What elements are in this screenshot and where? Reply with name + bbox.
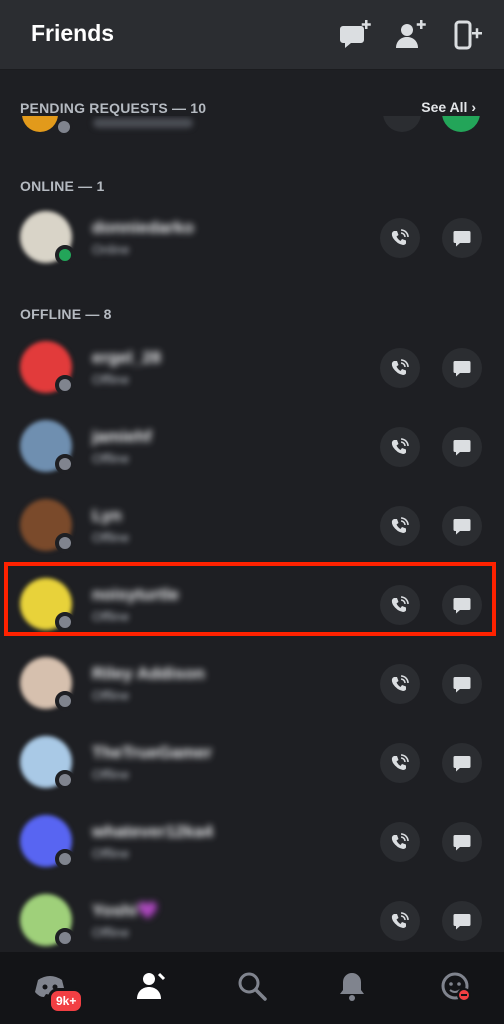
status-indicator [55, 245, 75, 265]
username: TheTrueGamer [92, 743, 212, 762]
search-icon[interactable] [234, 968, 270, 1004]
message-button[interactable] [442, 743, 482, 783]
user-status: Offline [92, 372, 130, 387]
voice-call-button[interactable] [380, 348, 420, 388]
user-status: Offline [92, 609, 130, 624]
pending-request-preview[interactable] [0, 116, 504, 136]
voice-call-button[interactable] [380, 585, 420, 625]
friend-row-5[interactable]: TheTrueGamer Offline [0, 723, 504, 803]
notifications-icon[interactable] [334, 968, 370, 1004]
user-status: Offline [92, 688, 130, 703]
friend-row-4[interactable]: Riley Addison Offline [0, 644, 504, 724]
status-indicator [55, 691, 75, 711]
user-status: Offline [92, 925, 130, 940]
friends-icon[interactable] [132, 968, 168, 1004]
username: whatever12ka4 [92, 822, 213, 841]
status-indicator [55, 118, 73, 136]
header: Friends [0, 0, 504, 70]
user-status: Online [92, 242, 130, 257]
friend-row-7[interactable]: Yoshi💜 Offline [0, 881, 504, 952]
status-indicator [55, 849, 75, 869]
see-all-link[interactable]: See All › [421, 99, 476, 115]
friend-row-3[interactable]: noisyturtle Offline [0, 565, 504, 645]
decline-button[interactable] [383, 116, 421, 132]
username: ergel_28 [92, 348, 161, 367]
friend-row-0[interactable]: donniedarko Online [0, 198, 504, 278]
online-label: ONLINE — 1 [20, 178, 105, 194]
message-button[interactable] [442, 348, 482, 388]
accept-button[interactable] [442, 116, 480, 132]
friend-row-0[interactable]: ergel_28 Offline [0, 328, 504, 408]
username: noisyturtle [92, 585, 179, 604]
pending-requests-label: PENDING REQUESTS — 10 [20, 100, 207, 116]
user-status: Offline [92, 846, 130, 861]
status-indicator [55, 612, 75, 632]
message-button[interactable] [442, 506, 482, 546]
status-indicator [55, 533, 75, 553]
friend-row-2[interactable]: Lyn Offline [0, 486, 504, 566]
friend-row-1[interactable]: jamiehf Offline [0, 407, 504, 487]
voice-call-button[interactable] [380, 901, 420, 941]
username: Yoshi💜 [92, 901, 159, 920]
new-message-icon[interactable] [338, 18, 372, 52]
bottom-nav: 9k+ [0, 952, 504, 1024]
message-button[interactable] [442, 585, 482, 625]
username-blurred [93, 118, 193, 128]
voice-call-button[interactable] [380, 506, 420, 546]
user-status: Offline [92, 767, 130, 782]
username: jamiehf [92, 427, 152, 446]
status-indicator [55, 375, 75, 395]
voice-call-button[interactable] [380, 664, 420, 704]
username: Lyn [92, 506, 122, 525]
page-title: Friends [31, 20, 115, 46]
message-button[interactable] [442, 822, 482, 862]
message-button[interactable] [442, 427, 482, 467]
offline-label: OFFLINE — 8 [20, 306, 112, 322]
status-indicator [55, 928, 75, 948]
message-button[interactable] [442, 664, 482, 704]
friends-list[interactable]: PENDING REQUESTS — 10 See All › ONLINE —… [0, 70, 504, 952]
contact-sync-icon[interactable] [450, 18, 484, 52]
username: donniedarko [92, 218, 195, 237]
voice-call-button[interactable] [380, 822, 420, 862]
username: Riley Addison [92, 664, 205, 683]
status-indicator [55, 454, 75, 474]
avatar [22, 116, 58, 132]
notification-badge: 9k+ [48, 988, 85, 1014]
message-button[interactable] [442, 901, 482, 941]
voice-call-button[interactable] [380, 427, 420, 467]
status-indicator [55, 770, 75, 790]
message-button[interactable] [442, 218, 482, 258]
voice-call-button[interactable] [380, 743, 420, 783]
voice-call-button[interactable] [380, 218, 420, 258]
profile-icon[interactable] [437, 968, 473, 1004]
user-status: Offline [92, 530, 130, 545]
add-friend-icon[interactable] [393, 18, 427, 52]
friend-row-6[interactable]: whatever12ka4 Offline [0, 802, 504, 882]
user-status: Offline [92, 451, 130, 466]
